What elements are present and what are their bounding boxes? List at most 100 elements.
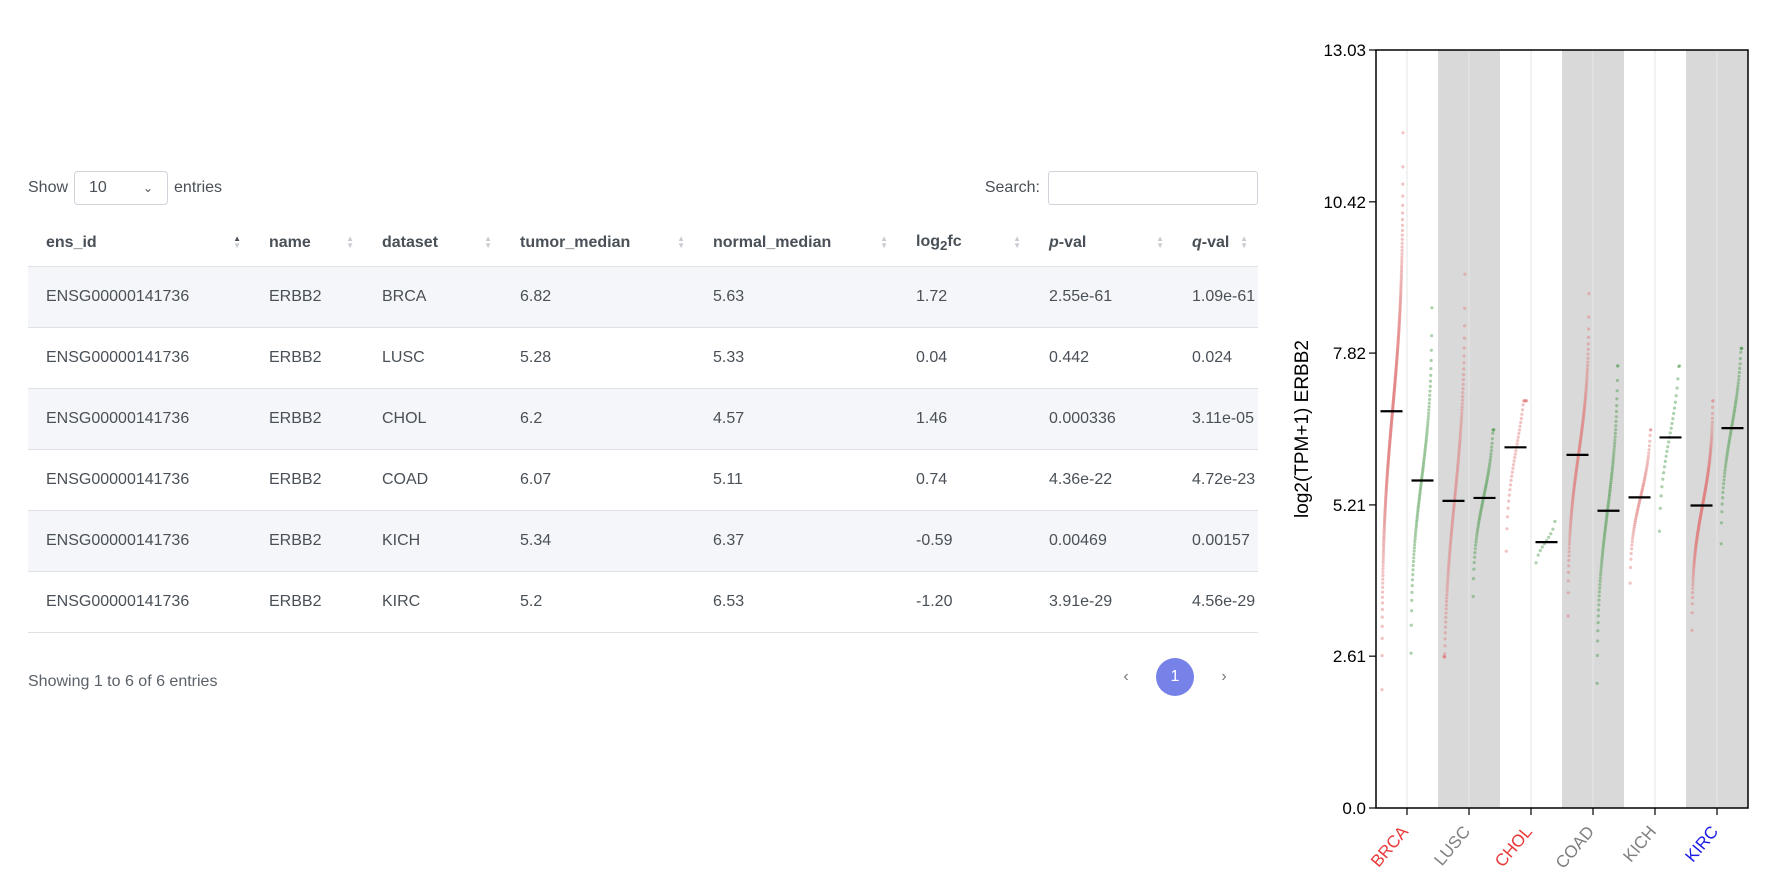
data-point: [1615, 378, 1619, 383]
data-point: [1674, 394, 1678, 398]
data-point: [1690, 628, 1694, 632]
data-point: [1678, 364, 1682, 368]
data-point: [1380, 654, 1384, 658]
data-point: [1410, 578, 1415, 582]
data-point: [1412, 552, 1416, 556]
data-point: [1461, 391, 1465, 395]
table-row[interactable]: ENSG00000141736 ERBB2 KIRC 5.2 6.53 -1.20 3.91…: [28, 571, 1258, 633]
data-point: [1462, 367, 1466, 371]
table-cell: ENSG00000141736: [28, 388, 251, 450]
col-header-ens-id[interactable]: ens_id ▲ ▼: [28, 220, 251, 267]
data-point: [1459, 420, 1463, 424]
page-length-select[interactable]: 10 ⌄: [74, 171, 169, 205]
table-cell: 1.72: [898, 266, 1031, 328]
previous-page-icon[interactable]: ‹: [1112, 668, 1140, 686]
results-table: ens_id ▲ ▼ name ▲ ▼ dataset ▲ ▼ tumor_median ▲ ▼…: [28, 220, 1258, 633]
col-header-tumor-median[interactable]: tumor_median ▲ ▼: [502, 220, 695, 267]
search-input[interactable]: [1048, 171, 1258, 205]
chevron-down-icon: ⌄: [142, 181, 154, 195]
data-point: [1525, 399, 1529, 403]
data-point: [1400, 255, 1404, 259]
table-row[interactable]: ENSG00000141736 ERBB2 KICH 5.34 6.37 -0.59 0.0…: [28, 510, 1258, 572]
data-point: [1428, 384, 1432, 388]
table-controls: Show 10 ⌄ entries Search:: [28, 170, 1258, 208]
col-header-q-val[interactable]: q-val ▲ ▼: [1174, 220, 1258, 267]
data-point: [1443, 655, 1447, 659]
data-point: [1507, 499, 1511, 503]
data-point: [1628, 581, 1632, 585]
data-point: [1459, 417, 1463, 421]
col-header-name[interactable]: name ▲ ▼: [251, 220, 364, 267]
table-cell: ERBB2: [251, 266, 364, 328]
data-point: [1427, 405, 1431, 409]
table-cell: 0.00469: [1031, 510, 1174, 572]
table-cell: ENSG00000141736: [28, 449, 251, 511]
data-point: [1596, 614, 1600, 618]
data-point: [1598, 586, 1602, 590]
data-point: [1513, 452, 1517, 456]
data-point: [1473, 547, 1477, 551]
data-point: [1737, 378, 1741, 382]
data-point: [1567, 558, 1571, 563]
table-cell: ERBB2: [251, 327, 364, 389]
col-header-normal-median[interactable]: normal_median ▲ ▼: [695, 220, 898, 267]
data-point: [1380, 688, 1384, 692]
expression-dot-plot: 0.0 2.61 5.21 7.82 10.42 13.03 BRCA LUSC CHOL COA…: [1292, 41, 1749, 872]
data-point: [1675, 386, 1679, 390]
data-point: [1615, 404, 1619, 408]
data-point: [1400, 248, 1404, 252]
data-point: [1664, 454, 1668, 458]
col-header-dataset[interactable]: dataset ▲ ▼: [364, 220, 502, 267]
table-cell: CHOL: [364, 388, 502, 450]
data-point: [1667, 440, 1671, 444]
data-point: [1426, 414, 1430, 418]
table-row[interactable]: ENSG00000141736 ERBB2 LUSC 5.28 5.33 0.04 0.44…: [28, 327, 1258, 389]
data-point: [1510, 470, 1514, 474]
col-header-p-val[interactable]: p-val ▲ ▼: [1031, 220, 1174, 267]
data-point: [1400, 237, 1404, 241]
data-point: [1463, 324, 1467, 328]
data-point: [1710, 427, 1714, 431]
data-point: [1587, 315, 1591, 319]
data-point: [1568, 536, 1572, 540]
data-point: [1597, 594, 1601, 598]
col-header-log2fc[interactable]: log2fc ▲ ▼: [898, 220, 1031, 267]
entries-label: entries: [174, 179, 223, 196]
data-point: [1521, 403, 1525, 407]
table-row[interactable]: ENSG00000141736 ERBB2 COAD 6.07 5.11 0.74 4.36…: [28, 449, 1258, 511]
data-point: [1661, 477, 1665, 481]
data-point: [1629, 551, 1633, 556]
data-point: [1662, 471, 1666, 475]
data-point: [1596, 629, 1600, 633]
table-cell: 6.07: [502, 449, 695, 511]
table-cell: BRCA: [364, 266, 502, 328]
data-point: [1647, 444, 1651, 448]
data-point: [1736, 387, 1740, 391]
data-point: [1518, 424, 1522, 428]
data-point: [1429, 348, 1433, 352]
table-cell: 0.74: [898, 449, 1031, 511]
pagination: ‹ 1 ›: [1112, 658, 1238, 696]
table-cell: 6.37: [695, 510, 898, 572]
data-point: [1586, 335, 1591, 339]
data-point: [1710, 430, 1714, 434]
data-point: [1738, 357, 1742, 361]
data-point: [1381, 561, 1385, 565]
table-cell: 6.82: [502, 266, 695, 328]
data-point: [1721, 496, 1725, 500]
table-cell: -0.59: [898, 510, 1031, 572]
data-point: [1508, 483, 1513, 487]
page-button-1[interactable]: 1: [1156, 658, 1194, 696]
next-page-icon[interactable]: ›: [1210, 668, 1238, 686]
data-point: [1444, 599, 1449, 604]
data-point: [1410, 584, 1414, 588]
data-point: [1443, 652, 1447, 656]
data-point: [1710, 420, 1714, 424]
table-row[interactable]: ENSG00000141736 ERBB2 CHOL 6.2 4.57 1.46 0.000…: [28, 388, 1258, 450]
data-point: [1473, 555, 1477, 559]
table-row[interactable]: ENSG00000141736 ERBB2 BRCA 6.82 5.63 1.72 2.55…: [28, 266, 1258, 328]
search-control: Search:: [985, 170, 1258, 206]
data-point: [1738, 362, 1742, 366]
data-point: [1566, 570, 1571, 575]
data-point: [1711, 399, 1715, 403]
